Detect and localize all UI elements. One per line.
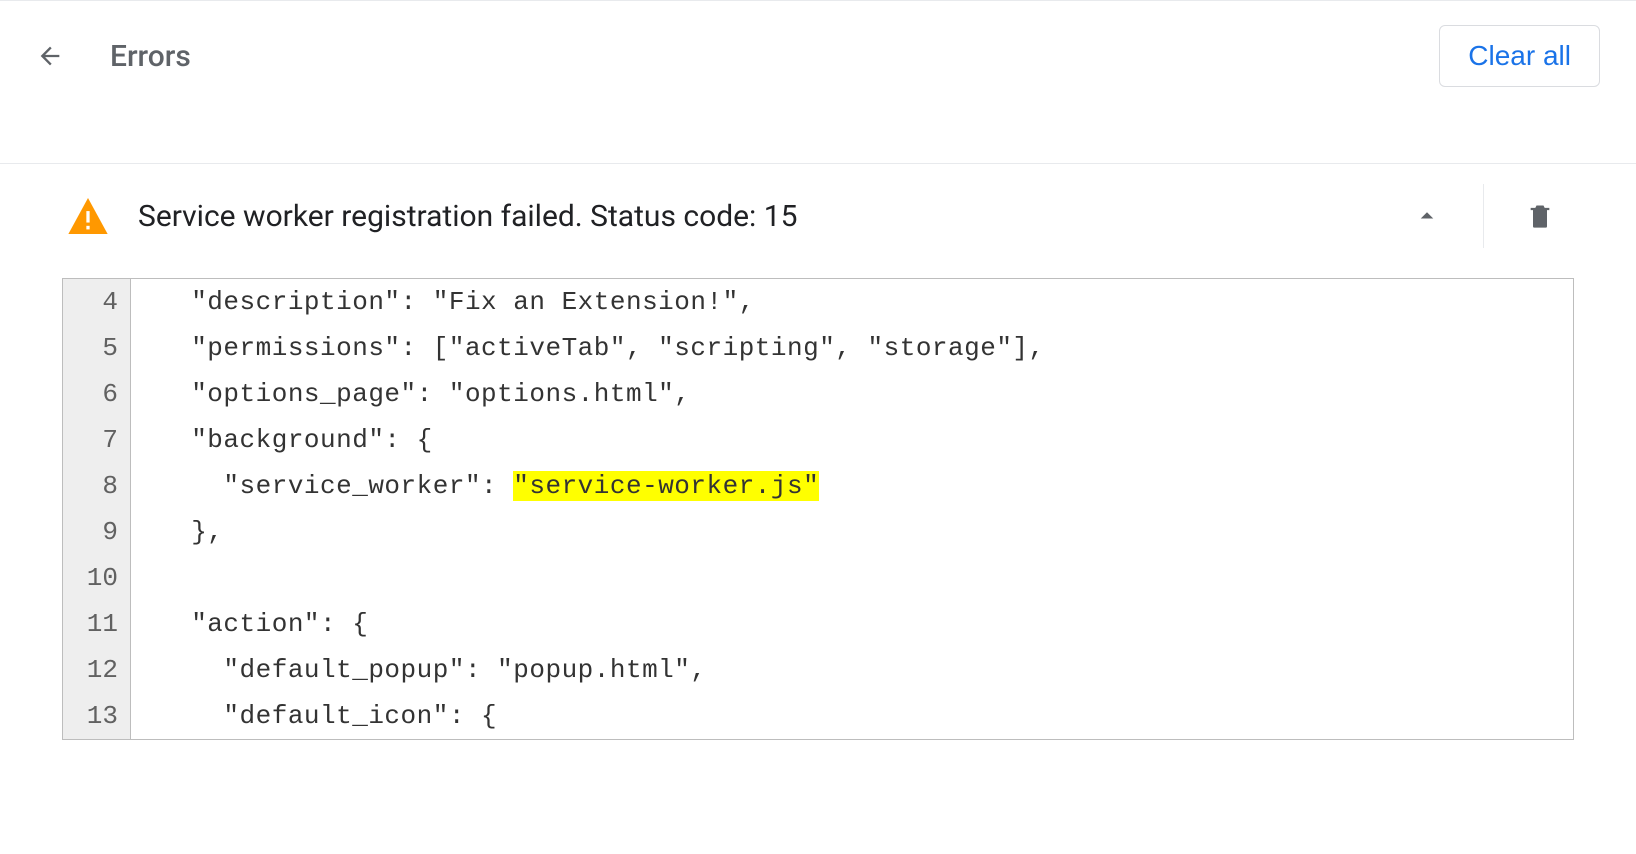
line-number: 6 xyxy=(63,371,131,417)
code-line: 11 "action": { xyxy=(63,601,1573,647)
line-number: 9 xyxy=(63,509,131,555)
line-number: 4 xyxy=(63,279,131,325)
line-number: 11 xyxy=(63,601,131,647)
trash-icon xyxy=(1526,201,1554,231)
line-number: 13 xyxy=(63,693,131,739)
code-line: 10 xyxy=(63,555,1573,601)
clear-all-button[interactable]: Clear all xyxy=(1439,25,1600,87)
line-number: 5 xyxy=(63,325,131,371)
line-number: 7 xyxy=(63,417,131,463)
line-content: }, xyxy=(131,517,223,547)
code-line: 5 "permissions": ["activeTab", "scriptin… xyxy=(63,325,1573,371)
code-line: 8 "service_worker": "service-worker.js" xyxy=(63,463,1573,509)
line-content: "default_icon": { xyxy=(131,701,497,731)
arrow-left-icon xyxy=(36,42,64,70)
code-line: 7 "background": { xyxy=(63,417,1573,463)
line-number: 8 xyxy=(63,463,131,509)
page-header: Errors Clear all xyxy=(0,1,1636,111)
collapse-toggle-button[interactable] xyxy=(1403,192,1451,240)
line-content: "options_page": "options.html", xyxy=(131,379,690,409)
delete-error-button[interactable] xyxy=(1516,192,1564,240)
code-line: 6 "options_page": "options.html", xyxy=(63,371,1573,417)
line-content: "service_worker": "service-worker.js" xyxy=(131,471,819,501)
line-content: "background": { xyxy=(131,425,433,455)
page-title: Errors xyxy=(110,39,1439,74)
action-divider xyxy=(1483,184,1484,248)
warning-icon xyxy=(68,198,108,234)
code-snippet: 4 "description": "Fix an Extension!", 5 … xyxy=(62,278,1574,740)
content-area: Service worker registration failed. Stat… xyxy=(0,164,1636,740)
line-number: 10 xyxy=(63,555,131,601)
back-button[interactable] xyxy=(26,32,74,80)
code-line: 12 "default_popup": "popup.html", xyxy=(63,647,1573,693)
line-content: "description": "Fix an Extension!", xyxy=(131,287,755,317)
code-line: 13 "default_icon": { xyxy=(63,693,1573,739)
code-line: 4 "description": "Fix an Extension!", xyxy=(63,279,1573,325)
error-message: Service worker registration failed. Stat… xyxy=(138,199,1403,234)
error-actions xyxy=(1403,184,1564,248)
line-content: "default_popup": "popup.html", xyxy=(131,655,707,685)
code-line: 9 }, xyxy=(63,509,1573,555)
highlighted-token: "service-worker.js" xyxy=(513,471,819,501)
line-number: 12 xyxy=(63,647,131,693)
chevron-up-icon xyxy=(1412,201,1442,231)
error-entry-header: Service worker registration failed. Stat… xyxy=(62,164,1574,268)
line-content: "action": { xyxy=(131,609,368,639)
line-content: "permissions": ["activeTab", "scripting"… xyxy=(131,333,1045,363)
